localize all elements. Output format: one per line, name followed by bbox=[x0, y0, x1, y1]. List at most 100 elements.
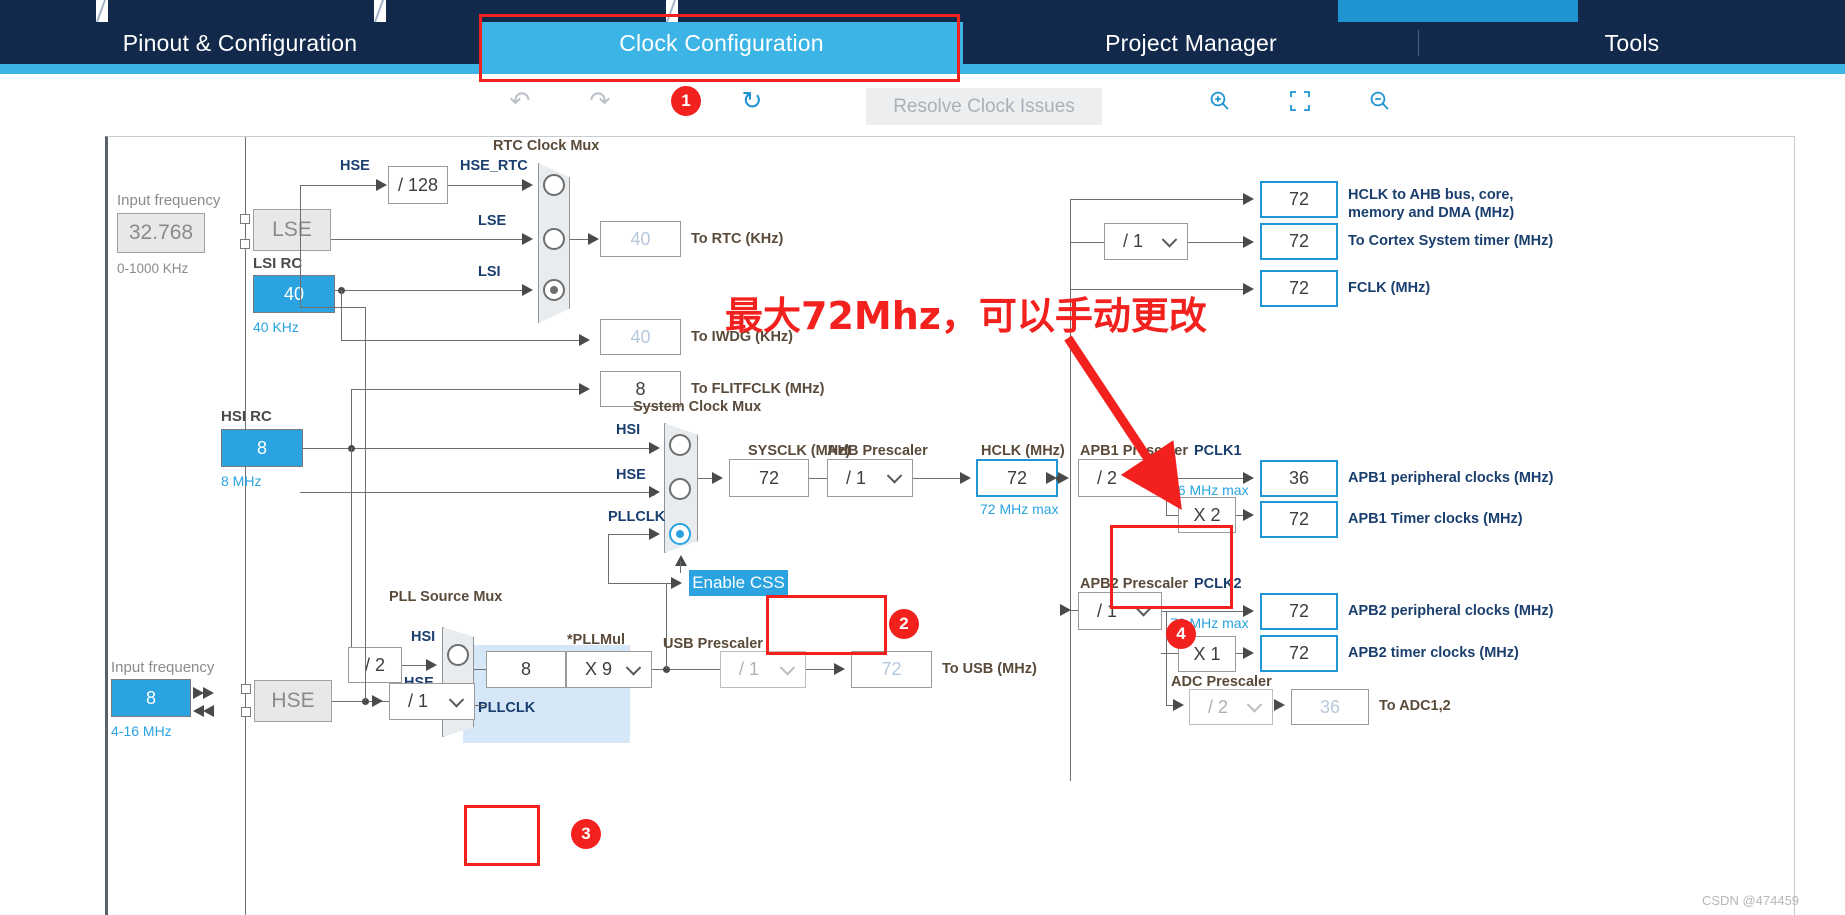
apb2-timer-value-box[interactable]: 72 bbox=[1260, 635, 1338, 672]
arrow-adc-prescaler bbox=[1173, 699, 1184, 711]
top-strip-slash-3 bbox=[665, 0, 677, 22]
wire-pllmux-to-pllin bbox=[474, 669, 486, 670]
apb2-timer-label: APB2 timer clocks (MHz) bbox=[1348, 645, 1519, 661]
arrow-hse-in-4 bbox=[203, 705, 214, 717]
system-mux-option-pllclk[interactable] bbox=[669, 523, 691, 545]
chevron-down-icon bbox=[779, 659, 796, 676]
tab-label: Clock Configuration bbox=[619, 29, 824, 56]
system-mux-hse-label: HSE bbox=[616, 467, 646, 483]
to-iwdg-value-box[interactable]: 40 bbox=[600, 319, 681, 355]
wire-hclk-to-ahbbus bbox=[1070, 199, 1247, 200]
arrow-apb2-periph bbox=[1243, 605, 1254, 617]
apb1-timer-value-box[interactable]: 72 bbox=[1260, 501, 1338, 538]
refresh-icon[interactable]: ↻ bbox=[735, 84, 769, 118]
annotation-badge-2: 2 bbox=[889, 609, 919, 639]
tab-pinout-configuration[interactable]: Pinout & Configuration bbox=[0, 22, 480, 64]
arrow-apb2-timer bbox=[1243, 647, 1254, 659]
csdn-watermark: CSDN @474459 bbox=[1702, 893, 1800, 908]
top-strip-dark-3 bbox=[386, 0, 666, 22]
hse-input-frequency-field[interactable]: 8 bbox=[111, 679, 191, 717]
wire-pll-to-sysmux-riser bbox=[666, 583, 667, 669]
system-mux-hsi-label: HSI bbox=[616, 422, 641, 438]
wire-hsi-down-to-plldiv bbox=[351, 448, 352, 665]
fclk-value-box[interactable]: 72 bbox=[1260, 270, 1338, 307]
zoom-in-icon[interactable] bbox=[1203, 84, 1237, 118]
cortex-prescaler-dropdown[interactable]: / 1 bbox=[1104, 223, 1188, 260]
annotation-badge-1: 1 bbox=[671, 86, 701, 116]
tab-label: Pinout & Configuration bbox=[122, 29, 358, 56]
wire-apb2-to-x1 bbox=[1161, 653, 1178, 654]
pllmul-value: X 9 bbox=[585, 659, 613, 679]
rtc-mux-option-lse[interactable] bbox=[543, 228, 565, 250]
system-mux-option-hse[interactable] bbox=[669, 478, 691, 500]
arrow-sysmux-sysclk bbox=[712, 472, 723, 484]
lse-input-frequency-field[interactable]: 32.768 bbox=[117, 213, 205, 253]
arrow-css-into-mux bbox=[675, 555, 687, 566]
wire-ahb-to-hclk bbox=[913, 478, 965, 479]
hse-input-frequency-label: Input frequency bbox=[111, 659, 215, 676]
hsi-value-field[interactable]: 8 bbox=[221, 429, 303, 467]
arrow-adc-out bbox=[1274, 699, 1285, 711]
pclk2-label: PCLK2 bbox=[1194, 576, 1242, 592]
usb-prescaler-dropdown[interactable]: / 1 bbox=[720, 651, 806, 688]
wire-div1-to-pllmux bbox=[475, 705, 487, 706]
rtc-clock-mux-title: RTC Clock Mux bbox=[493, 138, 600, 154]
wire-hse-to-sysmux bbox=[300, 492, 653, 493]
pll-hsi-divider-box: / 2 bbox=[348, 647, 402, 683]
resolve-clock-issues-button[interactable]: Resolve Clock Issues bbox=[866, 88, 1102, 125]
wire-hsi-main bbox=[303, 448, 653, 449]
to-rtc-value-box[interactable]: 40 bbox=[600, 221, 681, 257]
to-flitfclk-label: To FLITFCLK (MHz) bbox=[691, 381, 825, 397]
apb2-peripheral-value-box[interactable]: 72 bbox=[1260, 593, 1338, 630]
redo-icon[interactable]: ↷ bbox=[583, 84, 617, 118]
tab-tools[interactable]: Tools bbox=[1419, 22, 1845, 64]
system-mux-option-hsi[interactable] bbox=[669, 434, 691, 456]
lse-input-frequency-label: Input frequency bbox=[117, 192, 221, 209]
tab-bar-underline bbox=[0, 64, 1845, 74]
tab-clock-configuration[interactable]: Clock Configuration bbox=[480, 22, 963, 64]
left-rail-wire bbox=[245, 137, 246, 915]
pllmul-dropdown[interactable]: X 9 bbox=[566, 651, 652, 688]
clock-tree-canvas[interactable]: Input frequency 32.768 0-1000 KHz LSE LS… bbox=[105, 136, 1795, 915]
usb-output-value-box[interactable]: 72 bbox=[851, 651, 932, 688]
apb1-peripheral-value-box[interactable]: 36 bbox=[1260, 460, 1338, 497]
pll-mux-option-hsi[interactable] bbox=[447, 644, 469, 666]
adc-output-label: To ADC1,2 bbox=[1379, 698, 1451, 714]
lse-terminal-top bbox=[240, 214, 250, 224]
usb-output-label: To USB (MHz) bbox=[942, 661, 1037, 677]
tab-project-manager[interactable]: Project Manager bbox=[963, 22, 1419, 64]
apb2-prescaler-dropdown[interactable]: / 1 bbox=[1078, 592, 1162, 630]
arrow-hse-in-2 bbox=[203, 687, 214, 699]
adc-output-value-box[interactable]: 36 bbox=[1291, 689, 1369, 725]
wire-lse-to-mux bbox=[331, 239, 526, 240]
pll-input-value-box[interactable]: 8 bbox=[486, 651, 566, 688]
adc-prescaler-dropdown[interactable]: / 2 bbox=[1189, 689, 1273, 725]
enable-css-button[interactable]: Enable CSS bbox=[689, 570, 788, 596]
pll-source-mux-title: PLL Source Mux bbox=[389, 589, 503, 605]
top-strip-dark-left bbox=[0, 0, 96, 22]
arrow-lse-mux bbox=[522, 233, 533, 245]
usb-prescaler-label: USB Prescaler bbox=[663, 636, 763, 652]
wire-apb2-to-periph bbox=[1162, 611, 1247, 612]
ahb-bus-value-box[interactable]: 72 bbox=[1260, 181, 1338, 218]
arrow-lsi-iwdg bbox=[579, 334, 590, 346]
zoom-out-icon[interactable] bbox=[1363, 84, 1397, 118]
wire-hsi-flitf-riser bbox=[351, 389, 352, 445]
fit-to-screen-icon[interactable] bbox=[1283, 84, 1317, 118]
rtc-mux-option-lsi[interactable] bbox=[543, 279, 565, 301]
wire-pllclk-riser bbox=[608, 534, 609, 583]
hse-oscillator-box[interactable]: HSE bbox=[254, 680, 332, 722]
rtc-lsi-label: LSI bbox=[478, 264, 501, 280]
undo-icon[interactable]: ↶ bbox=[503, 84, 537, 118]
wire-hse-to-rtcdiv bbox=[300, 185, 336, 186]
sysclk-value-box[interactable]: 72 bbox=[729, 459, 809, 497]
cortex-timer-value-box[interactable]: 72 bbox=[1260, 223, 1338, 260]
ahb-prescaler-dropdown[interactable]: / 1 bbox=[827, 459, 913, 497]
wire-sysclk-to-ahb bbox=[809, 478, 827, 479]
hse-divider-dropdown[interactable]: / 1 bbox=[389, 683, 475, 720]
fclk-label: FCLK (MHz) bbox=[1348, 280, 1431, 296]
rtc-mux-option-hse-rtc[interactable] bbox=[543, 174, 565, 196]
system-clock-mux-title: System Clock Mux bbox=[633, 399, 762, 415]
lse-oscillator-box[interactable]: LSE bbox=[253, 209, 331, 251]
rtc-hse-divider-box: / 128 bbox=[388, 166, 448, 204]
